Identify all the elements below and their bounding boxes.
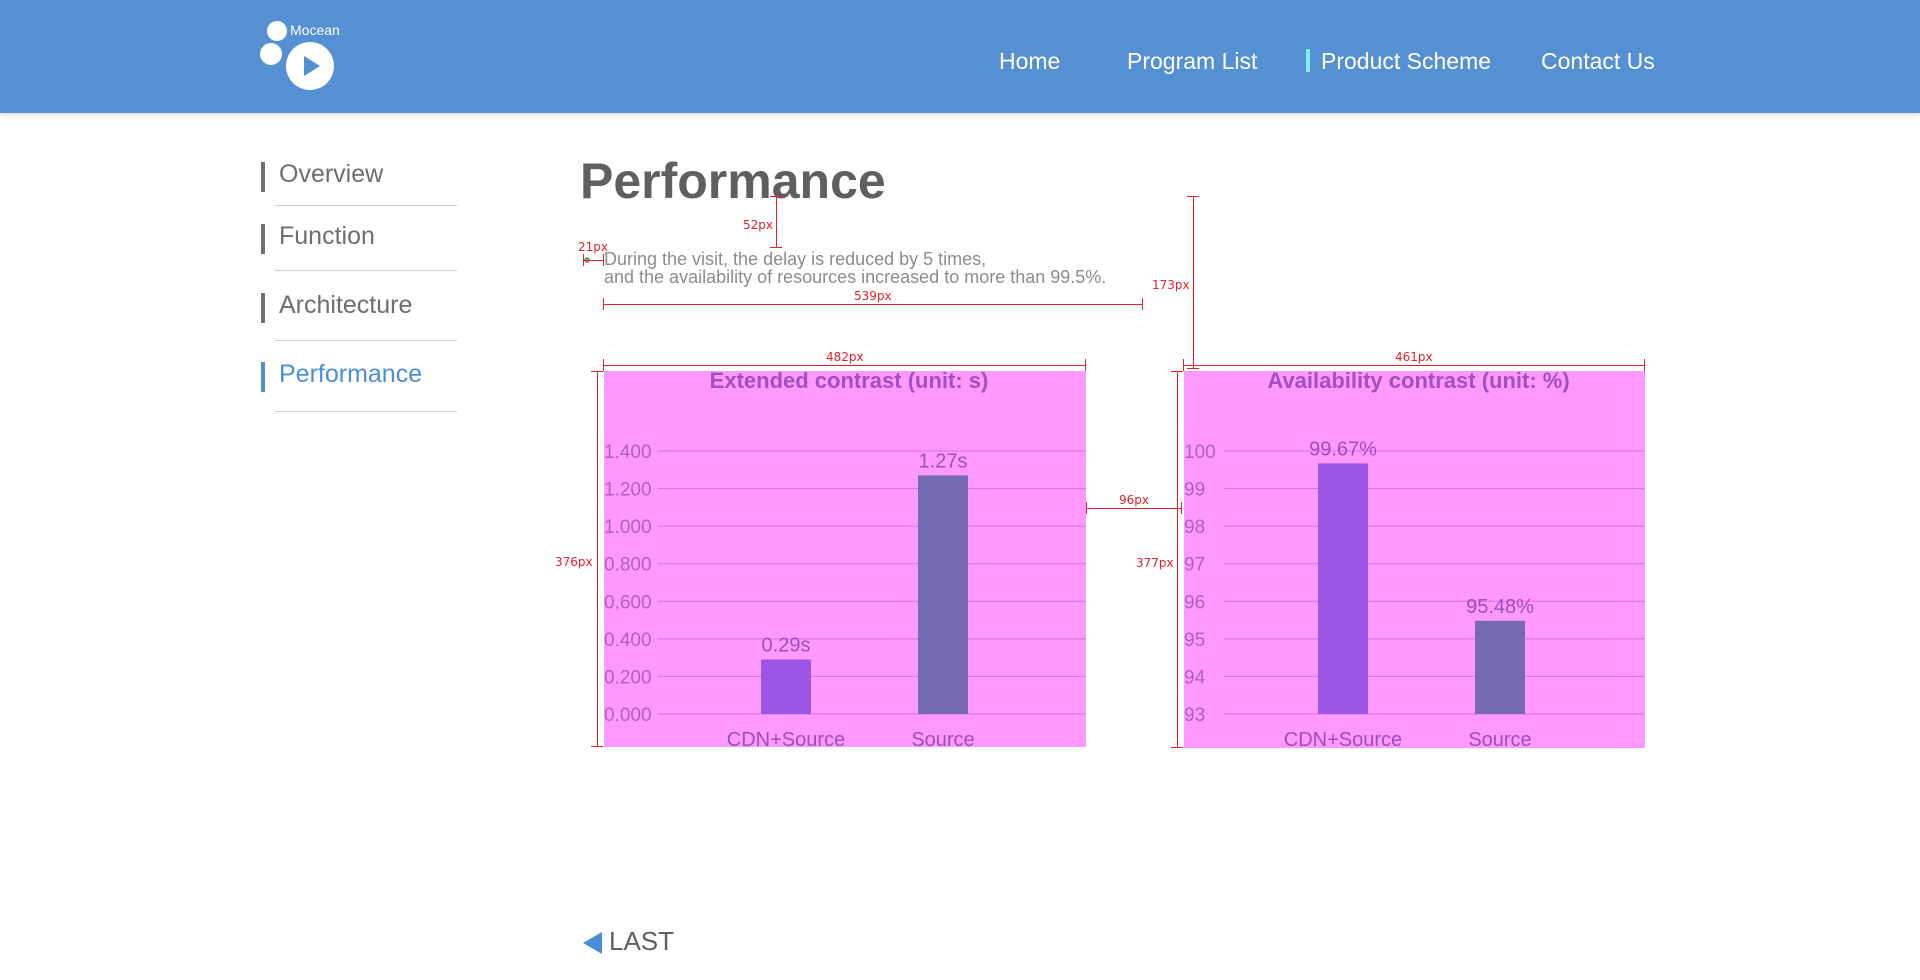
measure-label: 52px [743, 218, 773, 232]
extended-contrast-chart: Extended contrast (unit: s) 0.000 0.200 0.4… [604, 371, 1086, 747]
measure-tick [1187, 196, 1199, 197]
y-tick-label: 93 [1184, 705, 1205, 726]
sidebar-item-label: Performance [279, 360, 423, 388]
chart-svg: Availability contrast (unit: %) 93 94 95 96 9… [1184, 371, 1645, 748]
measure-tick [1085, 359, 1086, 371]
measure-line [1086, 508, 1182, 509]
measure-tick [603, 298, 604, 310]
measure-tick [591, 371, 603, 372]
bar [1318, 463, 1368, 714]
y-tick-label: 0.800 [604, 555, 652, 576]
measure-label: 377px [1136, 556, 1174, 570]
bar [918, 475, 968, 714]
data-label: 0.29s [762, 635, 811, 657]
y-tick-label: 1.400 [604, 442, 652, 463]
top-header: Mocean Home Program List Product Scheme … [0, 0, 1920, 113]
sidebar-marker [261, 293, 265, 323]
y-tick-label: 0.000 [604, 705, 652, 726]
availability-contrast-chart: Availability contrast (unit: %) 93 94 95 96 9… [1184, 371, 1645, 748]
sidebar-marker [261, 362, 265, 392]
last-link-label: LAST [609, 926, 675, 956]
sidebar-divider [275, 205, 457, 206]
measure-tick [1171, 371, 1183, 372]
measure-label: 461px [1395, 350, 1433, 364]
measure-line [583, 260, 604, 261]
nav-home[interactable]: Home [999, 48, 1060, 75]
sidebar-marker [261, 224, 265, 254]
sidebar-item-label: Function [279, 222, 375, 250]
measure-line [604, 304, 1143, 305]
measure-tick [1183, 359, 1184, 371]
measure-tick [1181, 502, 1182, 514]
measure-tick [1142, 298, 1143, 310]
bar [1475, 620, 1525, 714]
measure-tick [603, 359, 604, 371]
data-label: 99.67% [1309, 438, 1377, 460]
nav-contact-us[interactable]: Contact Us [1541, 48, 1655, 75]
chart-title: Extended contrast (unit: s) [710, 371, 989, 393]
y-tick-label: 97 [1184, 555, 1205, 576]
triangle-left-icon [583, 932, 602, 954]
nav-product-scheme[interactable]: Product Scheme [1321, 48, 1491, 75]
mocean-logo[interactable]: Mocean [260, 18, 340, 93]
y-tick-label: 0.400 [604, 630, 652, 651]
measure-line [1193, 196, 1194, 369]
y-tick-label: 99 [1184, 480, 1205, 501]
measure-label: 21px [578, 240, 608, 254]
measure-tick [770, 196, 782, 197]
measure-tick [591, 746, 603, 747]
measure-line [597, 371, 598, 747]
y-tick-label: 96 [1184, 592, 1205, 613]
category-label: CDN+Source [727, 729, 845, 747]
y-tick-label: 0.200 [604, 667, 652, 688]
data-label: 95.48% [1466, 596, 1534, 618]
measure-tick [1187, 368, 1199, 369]
chart-svg: Extended contrast (unit: s) 0.000 0.200 0.4… [604, 371, 1086, 747]
sidebar-item-label: Architecture [279, 291, 413, 319]
performance-description: During the visit, the delay is reduced b… [604, 250, 1106, 286]
data-label: 1.27s [919, 450, 968, 472]
description-line: During the visit, the delay is reduced b… [604, 249, 987, 269]
nav-active-indicator [1306, 49, 1310, 72]
measure-tick [1086, 502, 1087, 514]
y-tick-label: 94 [1184, 667, 1206, 688]
measure-tick [583, 254, 584, 266]
y-tick-label: 100 [1184, 442, 1216, 463]
measure-line [1177, 371, 1178, 748]
measure-line [1184, 365, 1645, 366]
logo-text: Mocean [290, 22, 340, 38]
y-tick-label: 1.200 [604, 480, 652, 501]
measure-label: 482px [826, 350, 864, 364]
category-label: Source [1468, 729, 1531, 748]
measure-tick [603, 254, 604, 266]
y-tick-label: 0.600 [604, 592, 652, 613]
sidebar-item-label: Overview [279, 160, 384, 188]
measure-tick [1644, 359, 1645, 371]
sidebar-divider [275, 411, 457, 412]
sidebar-divider [275, 270, 457, 271]
measure-tick [770, 247, 782, 248]
measure-line [776, 196, 777, 248]
measure-label: 376px [555, 555, 593, 569]
measure-tick [1171, 747, 1183, 748]
sidebar-marker [261, 162, 265, 192]
category-label: CDN+Source [1284, 729, 1402, 748]
bar [761, 659, 811, 714]
description-line: and the availability of resources increa… [604, 267, 1107, 287]
y-tick-label: 95 [1184, 630, 1205, 651]
sidebar-divider [275, 340, 457, 341]
measure-label: 173px [1152, 278, 1190, 292]
y-tick-label: 1.000 [604, 517, 652, 538]
y-tick-label: 98 [1184, 517, 1205, 538]
chart-title: Availability contrast (unit: %) [1267, 371, 1569, 393]
page-title: Performance [580, 153, 886, 209]
measure-label: 96px [1119, 493, 1149, 507]
measure-label: 539px [854, 289, 892, 303]
chart-background [1184, 371, 1645, 748]
nav-program-list[interactable]: Program List [1127, 48, 1257, 75]
category-label: Source [911, 729, 974, 747]
measure-line [604, 365, 1086, 366]
chart-background [604, 371, 1086, 747]
